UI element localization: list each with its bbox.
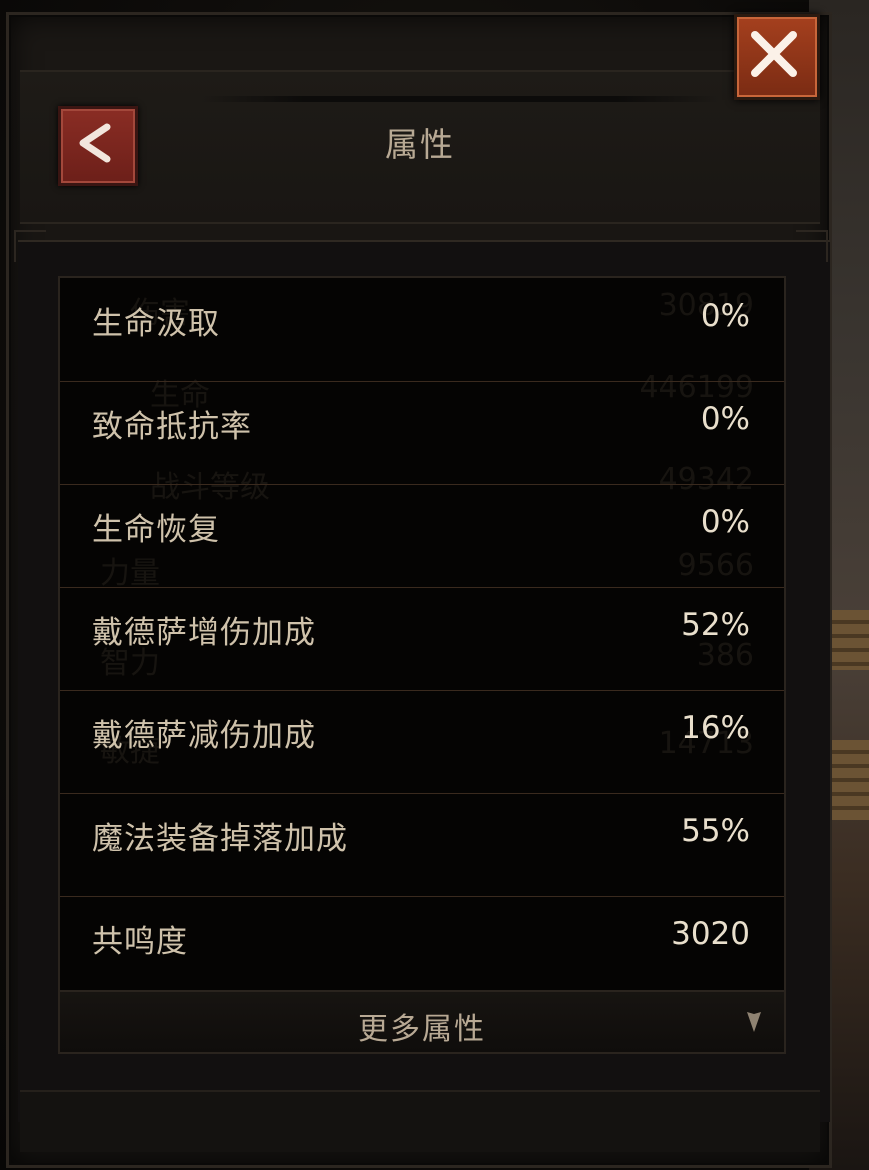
stat-row: 致命抵抗率 0% (60, 381, 784, 485)
stat-value: 16% (681, 710, 750, 746)
stat-label: 生命汲取 (92, 306, 220, 342)
more-attributes-button[interactable]: 更多属性 (58, 990, 786, 1054)
chevron-down-icon (747, 1012, 761, 1032)
stat-value: 55% (681, 813, 750, 849)
background-crate (829, 610, 869, 670)
stat-label: 致命抵抗率 (92, 409, 252, 445)
stat-label: 魔法装备掉落加成 (92, 821, 348, 857)
stat-row: 戴德萨减伤加成 16% (60, 690, 784, 794)
stat-row: 共鸣度 3020 (60, 896, 784, 990)
stat-label: 共鸣度 (92, 924, 188, 960)
background-crate (829, 740, 869, 820)
back-arrow-icon (79, 123, 111, 163)
stat-value: 0% (700, 504, 750, 540)
close-x-icon (751, 31, 797, 77)
corner-ornament (796, 230, 828, 262)
stat-value: 0% (700, 401, 750, 437)
bottom-frame (20, 1090, 820, 1152)
stats-list[interactable]: 伤害 30819 生命 446199 战斗等级 49342 力量 9566 智力… (58, 276, 786, 992)
title-ornament (200, 96, 720, 102)
stat-label: 戴德萨增伤加成 (92, 615, 316, 651)
corner-ornament (14, 230, 46, 262)
stat-value: 0% (700, 298, 750, 334)
stat-row: 生命汲取 0% (60, 278, 784, 382)
page-title: 属性 (385, 125, 455, 164)
stat-value: 52% (681, 607, 750, 643)
more-attributes-label: 更多属性 (358, 1012, 486, 1047)
stat-row: 戴德萨增伤加成 52% (60, 587, 784, 691)
stat-row: 魔法装备掉落加成 55% (60, 793, 784, 897)
close-button[interactable] (734, 14, 820, 100)
stat-label: 戴德萨减伤加成 (92, 718, 316, 754)
stat-row: 生命恢复 0% (60, 484, 784, 588)
game-screen: 属性 伤害 30819 生命 446199 战斗等级 49342 力量 9566 (0, 0, 869, 1170)
stat-label: 生命恢复 (92, 512, 220, 548)
back-button[interactable] (58, 106, 138, 186)
stat-value: 3020 (671, 916, 750, 952)
